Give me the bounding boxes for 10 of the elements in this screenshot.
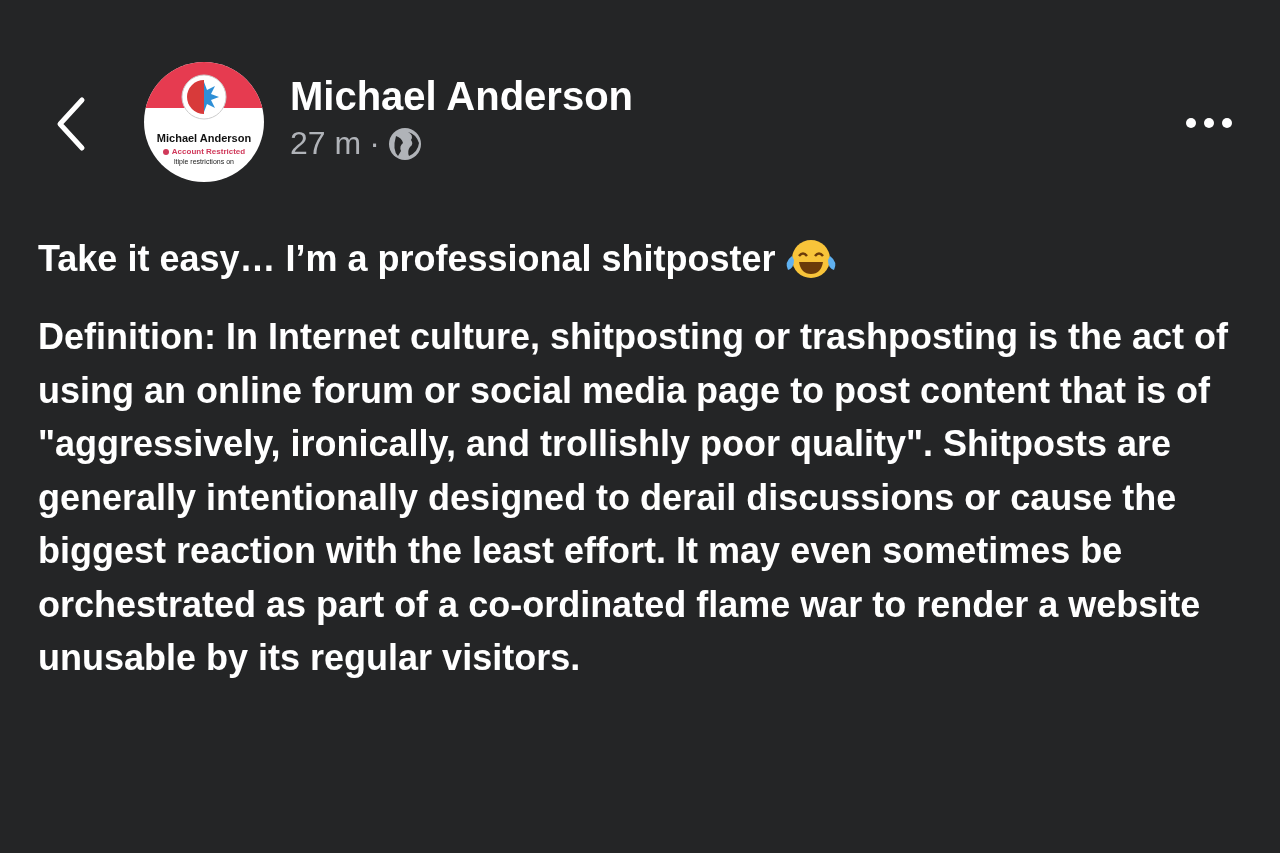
- avatar-status: Account Restricted: [162, 147, 246, 156]
- logo-icon: [181, 74, 227, 120]
- separator: ·: [369, 125, 380, 162]
- post-text: Take it easy… I’m a professional shitposter: [38, 238, 776, 280]
- more-icon[interactable]: [1184, 116, 1234, 130]
- globe-icon: [387, 126, 422, 161]
- avatar-name: Michael Anderson: [156, 132, 252, 144]
- post-text: Definition: In Internet culture, shitposting or trashposting is the act of using an online forum or social media page to post content that is of "aggressively, ironically, and trollishly poor quality". Shitposts are generally intentionally designed to derail discussions or cause the biggest reaction with the least effort. It may even sometimes be orchestrated as part of a co-ordinated flame war to render a website unusable by its regular visitors.: [38, 315, 1230, 680]
- author-name[interactable]: Michael Anderson: [290, 74, 634, 119]
- post-time[interactable]: 27 m: [290, 125, 362, 162]
